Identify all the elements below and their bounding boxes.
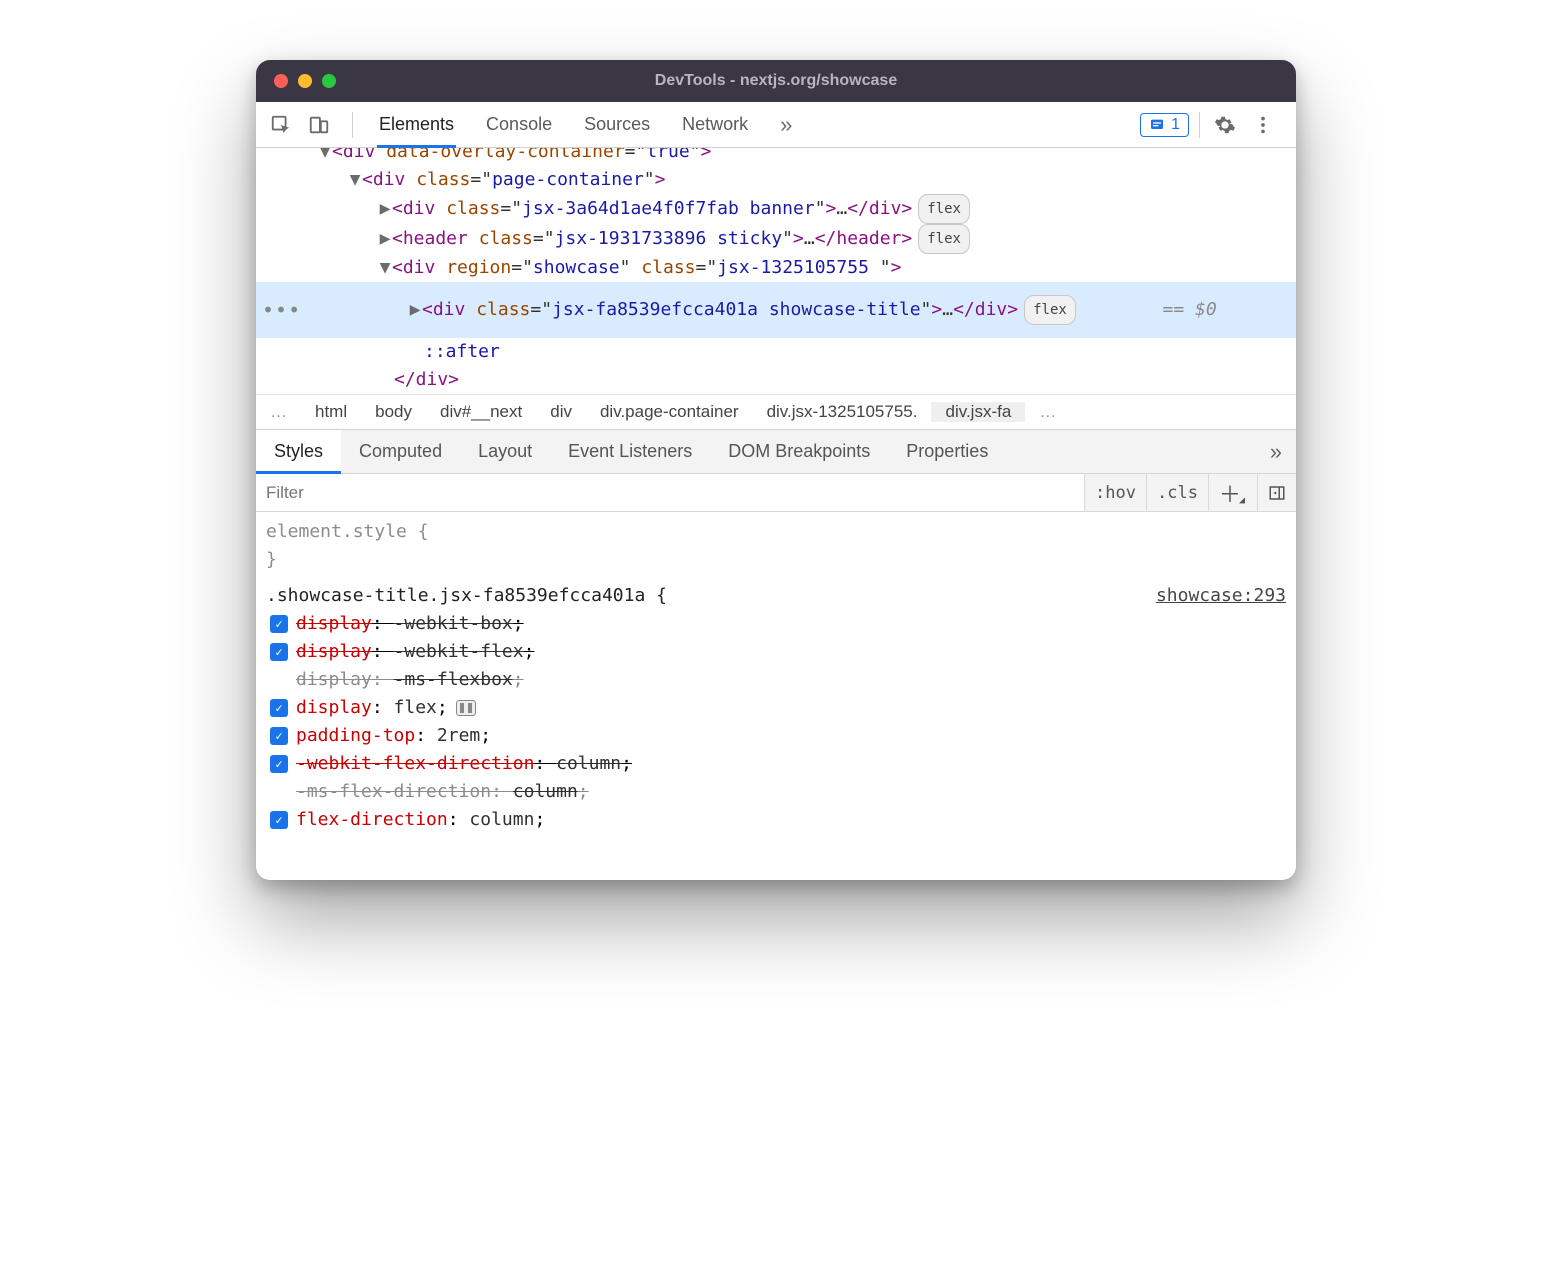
style-declaration[interactable]: ✓ display: -webkit-box; (266, 610, 1286, 638)
tree-row[interactable]: ▶ <div class="jsx-3a64d1ae4f0f7fab banne… (256, 194, 1296, 224)
tree-row[interactable]: </div> (256, 366, 1296, 394)
main-toolbar: Elements Console Sources Network » 1 (256, 102, 1296, 148)
issues-count: 1 (1171, 116, 1180, 134)
subtab-overflow[interactable]: » (1270, 439, 1296, 465)
declaration-text[interactable]: -ms-flex-direction: column; (296, 778, 589, 806)
subtab-computed[interactable]: Computed (341, 430, 460, 473)
tree-row[interactable]: ▼ <div class="page-container"> (256, 166, 1296, 194)
crumb[interactable]: div.page-container (586, 402, 753, 422)
issues-badge[interactable]: 1 (1140, 113, 1189, 137)
minimize-window-button[interactable] (298, 74, 312, 88)
subtab-dom-breakpoints[interactable]: DOM Breakpoints (710, 430, 888, 473)
rule-source-link[interactable]: showcase:293 (1156, 582, 1286, 610)
device-toggle-icon[interactable] (304, 110, 334, 140)
declaration-checkbox[interactable]: ✓ (270, 643, 288, 661)
declaration-checkbox[interactable]: ✓ (270, 727, 288, 745)
style-declaration[interactable]: ✓ flex-direction: column; (266, 806, 1286, 834)
styles-panel[interactable]: element.style { } .showcase-title.jsx-fa… (256, 512, 1296, 880)
declaration-text[interactable]: padding-top: 2rem; (296, 722, 491, 750)
declaration-checkbox[interactable]: ✓ (270, 811, 288, 829)
ellipsis-icon[interactable]: ••• (256, 296, 286, 324)
tab-network[interactable]: Network (666, 102, 764, 147)
style-declaration[interactable]: ✓ -webkit-flex-direction: column; (266, 750, 1286, 778)
declaration-text[interactable]: display: -ms-flexbox; (296, 666, 524, 694)
style-declaration[interactable]: ✓ display: flex; (266, 694, 1286, 722)
crumb-more[interactable]: … (1025, 402, 1070, 422)
tree-row-selected[interactable]: ••• ▶ <div class="jsx-fa8539efcca401a sh… (256, 282, 1296, 338)
tree-row[interactable]: ▶ <header class="jsx-1931733896 sticky">… (256, 224, 1296, 254)
cls-toggle[interactable]: .cls (1146, 474, 1208, 511)
flex-chip[interactable]: flex (918, 224, 970, 254)
new-rule-button[interactable]: ＋◢ (1208, 474, 1257, 511)
crumb[interactable]: html (301, 402, 361, 422)
crumb[interactable]: div#__next (426, 402, 536, 422)
declaration-text[interactable]: display: -webkit-box; (296, 610, 524, 638)
crumb[interactable]: div.jsx-1325105755. (753, 402, 932, 422)
declaration-text[interactable]: display: -webkit-flex; (296, 638, 534, 666)
styles-filter-input[interactable] (256, 474, 1084, 511)
crumb-more[interactable]: … (256, 402, 301, 422)
style-declaration[interactable]: ✓-ms-flex-direction: column; (266, 778, 1286, 806)
crumb[interactable]: div (536, 402, 586, 422)
declaration-text[interactable]: flex-direction: column; (296, 806, 545, 834)
subtab-event-listeners[interactable]: Event Listeners (550, 430, 710, 473)
crumb-active[interactable]: div.jsx-fa (931, 402, 1025, 422)
dom-tree[interactable]: ▼ <div data-overlay-container="true"> ▼ … (256, 148, 1296, 394)
subtab-styles[interactable]: Styles (256, 430, 341, 473)
rule-selector[interactable]: .showcase-title.jsx-fa8539efcca401a { (266, 582, 667, 610)
flex-chip[interactable]: flex (1024, 295, 1076, 325)
style-declaration[interactable]: ✓ display: -webkit-flex; (266, 638, 1286, 666)
window-title: DevTools - nextjs.org/showcase (256, 72, 1296, 90)
separator (352, 112, 353, 138)
crumb[interactable]: body (361, 402, 426, 422)
selected-node-ref: == $0 (1163, 296, 1217, 324)
declaration-checkbox[interactable]: ✓ (270, 699, 288, 717)
tab-console[interactable]: Console (470, 102, 568, 147)
traffic-lights (256, 74, 336, 88)
style-declaration[interactable]: ✓display: -ms-flexbox; (266, 666, 1286, 694)
flex-chip[interactable]: flex (918, 194, 970, 224)
tree-row[interactable]: ▼ <div region="showcase" class="jsx-1325… (256, 254, 1296, 282)
styles-filter-bar: :hov .cls ＋◢ (256, 474, 1296, 512)
title-bar: DevTools - nextjs.org/showcase (256, 60, 1296, 102)
style-declaration[interactable]: ✓ padding-top: 2rem; (266, 722, 1286, 750)
inspect-icon[interactable] (266, 110, 296, 140)
settings-icon[interactable] (1210, 110, 1240, 140)
tab-elements[interactable]: Elements (363, 102, 470, 147)
devtools-window: DevTools - nextjs.org/showcase Elements … (256, 60, 1296, 880)
subtab-properties[interactable]: Properties (888, 430, 1006, 473)
hov-toggle[interactable]: :hov (1084, 474, 1146, 511)
close-brace: } (266, 546, 1286, 574)
declaration-checkbox[interactable]: ✓ (270, 755, 288, 773)
kebab-menu-icon[interactable] (1248, 110, 1278, 140)
declaration-text[interactable]: -webkit-flex-direction: column; (296, 750, 632, 778)
declaration-text[interactable]: display: flex; (296, 694, 448, 722)
tab-overflow[interactable]: » (764, 102, 808, 147)
element-style-selector[interactable]: element.style { (266, 518, 1286, 546)
tree-row[interactable]: ::after (256, 338, 1296, 366)
styles-subtabs: Styles Computed Layout Event Listeners D… (256, 430, 1296, 474)
flex-editor-icon[interactable] (456, 700, 476, 716)
maximize-window-button[interactable] (322, 74, 336, 88)
breadcrumb: … html body div#__next div div.page-cont… (256, 394, 1296, 430)
declaration-checkbox[interactable]: ✓ (270, 615, 288, 633)
separator (1199, 112, 1200, 138)
close-window-button[interactable] (274, 74, 288, 88)
tab-sources[interactable]: Sources (568, 102, 666, 147)
panel-toggle-icon[interactable] (1257, 474, 1296, 511)
tree-row[interactable]: ▼ <div data-overlay-container="true"> (256, 148, 1296, 166)
subtab-layout[interactable]: Layout (460, 430, 550, 473)
